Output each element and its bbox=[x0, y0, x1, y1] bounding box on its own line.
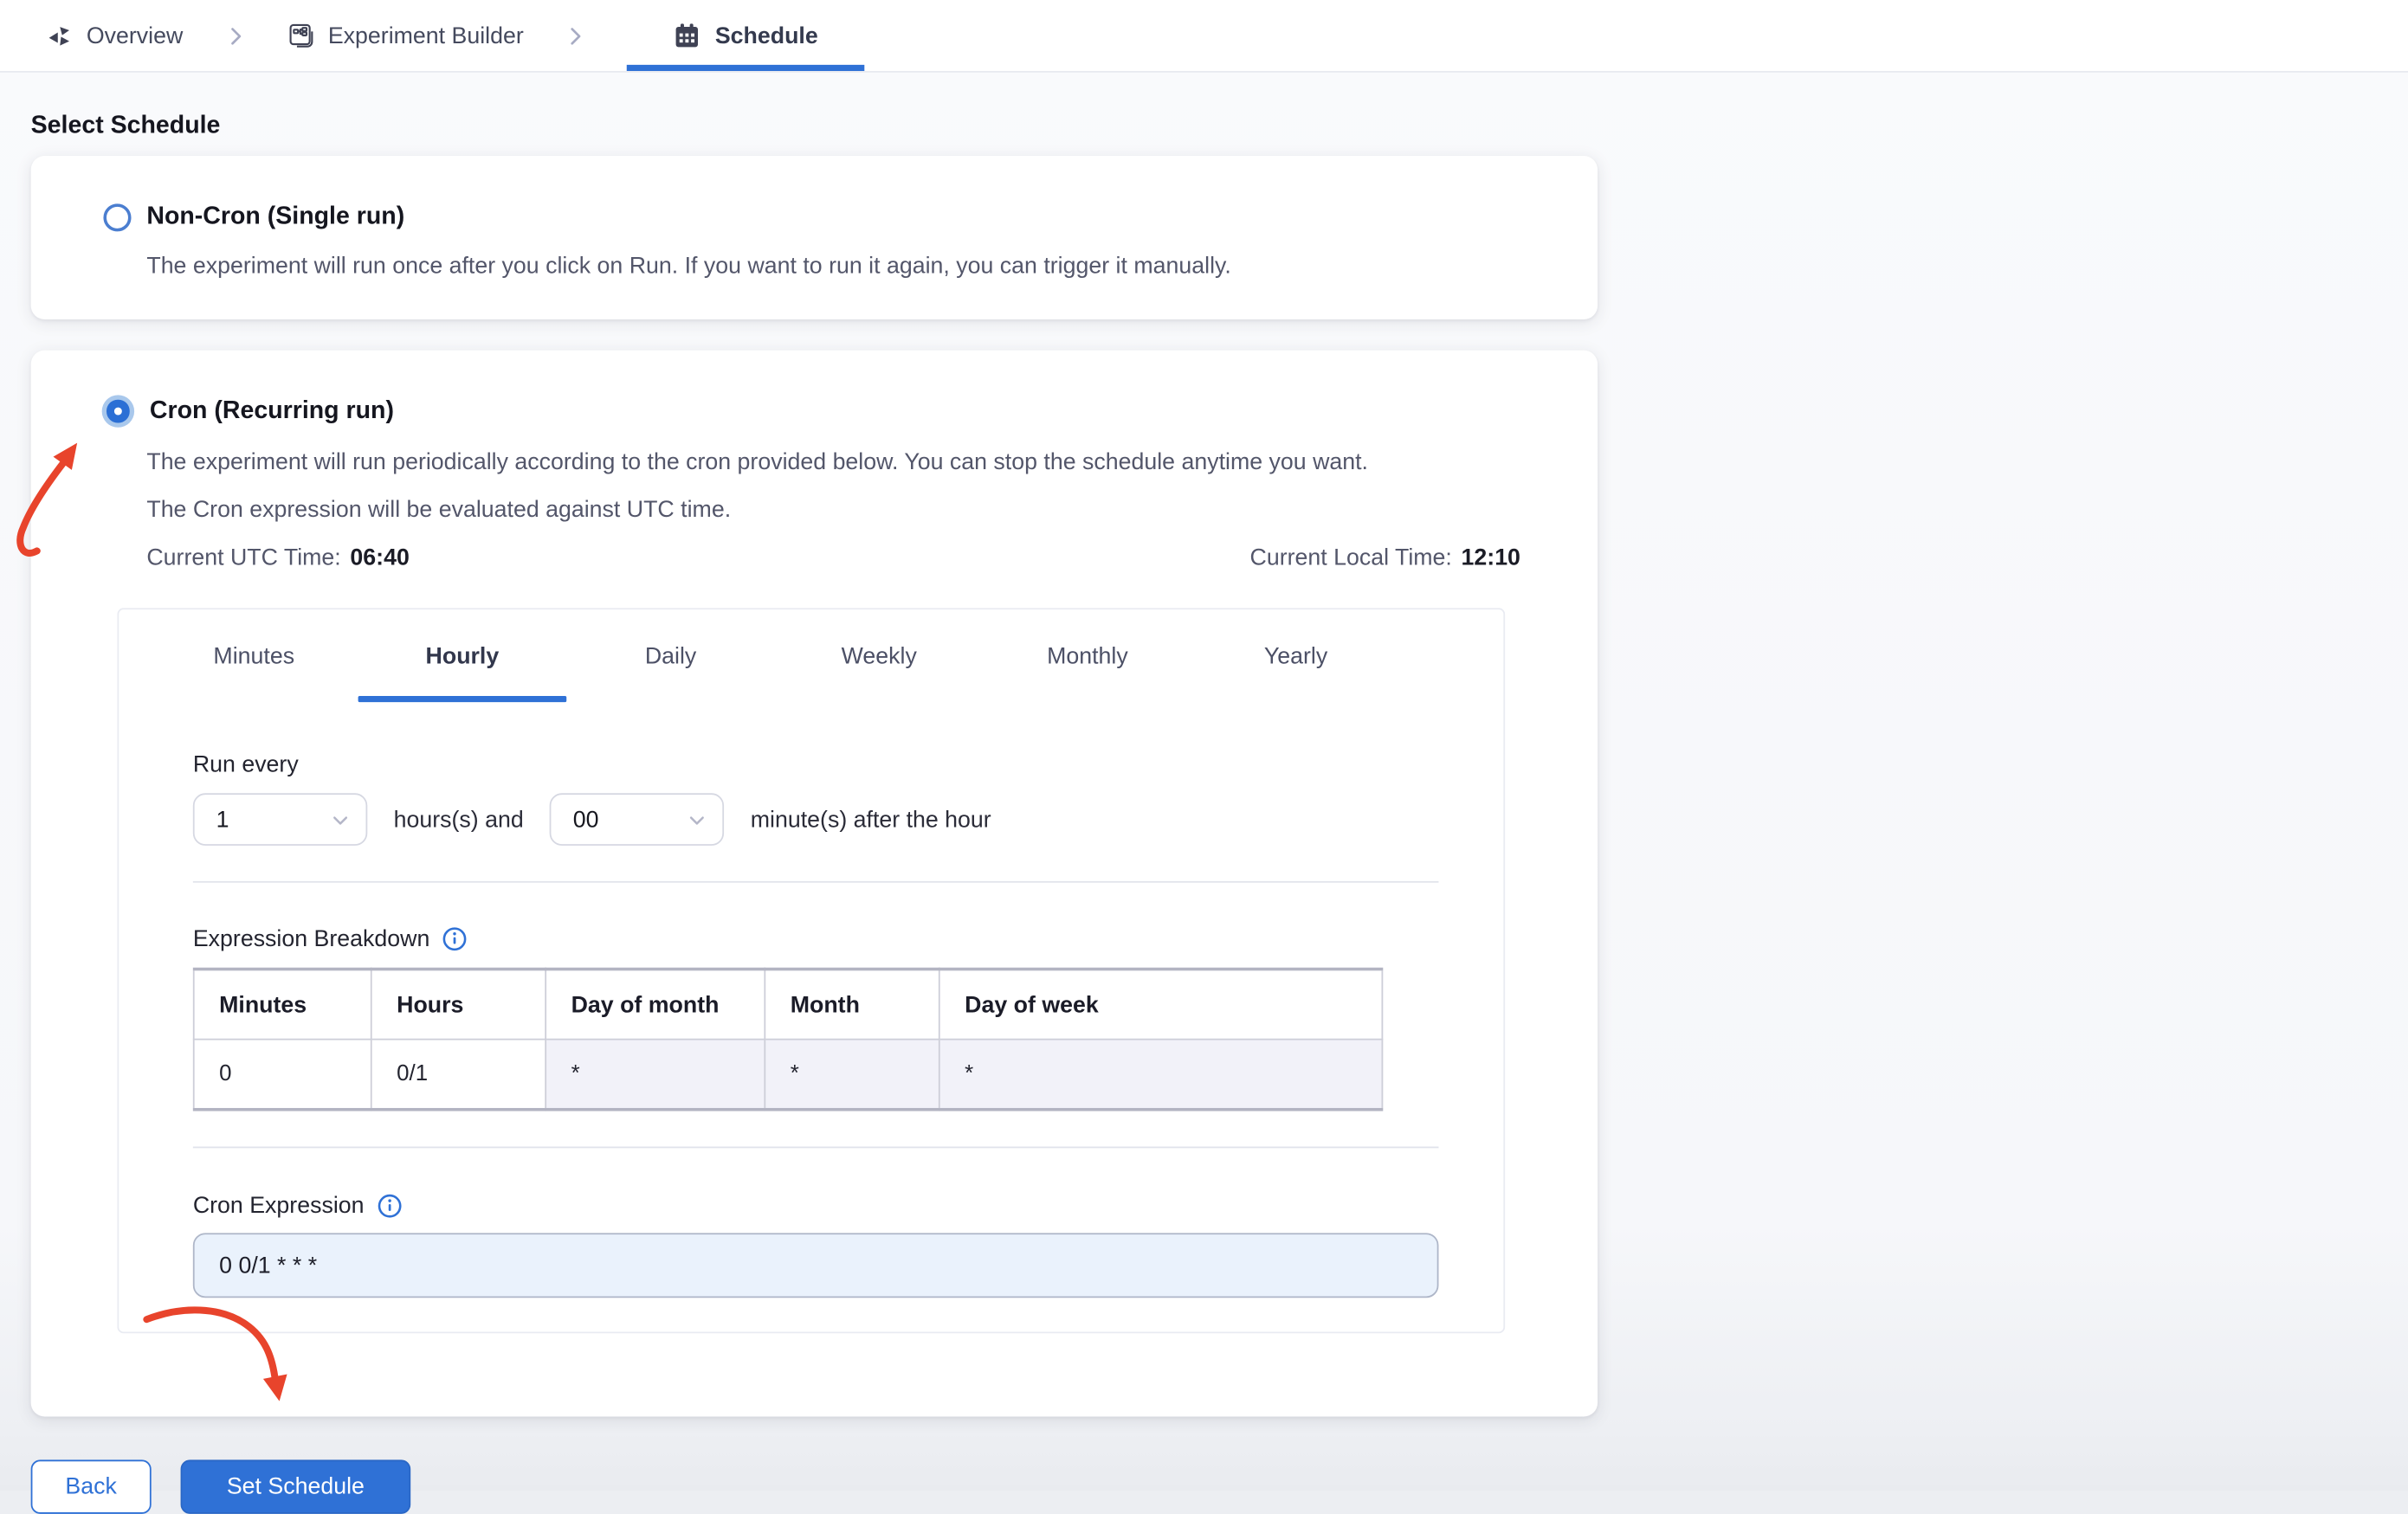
cron-radio[interactable] bbox=[101, 395, 135, 428]
breadcrumb-item-experiment-builder[interactable]: Experiment Builder bbox=[287, 0, 524, 71]
experiment-builder-icon bbox=[287, 22, 314, 49]
breadcrumb-label: Schedule bbox=[714, 22, 818, 49]
set-schedule-button[interactable]: Set Schedule bbox=[180, 1459, 411, 1514]
table-header-row: Minutes Hours Day of month Month Day of … bbox=[192, 968, 1384, 1040]
back-button[interactable]: Back bbox=[30, 1459, 152, 1514]
run-every-section: Run every 1 hours(s) and 00 minute(s) af… bbox=[192, 751, 1436, 846]
minutes-suffix-text: minute(s) after the hour bbox=[750, 806, 991, 833]
cell-day-of-month: * bbox=[545, 1038, 766, 1111]
non-cron-radio[interactable] bbox=[103, 203, 132, 232]
hours-select-value: 1 bbox=[216, 806, 229, 833]
tab-weekly[interactable]: Weekly bbox=[775, 609, 984, 702]
cell-month: * bbox=[764, 1038, 940, 1111]
expression-breakdown-label: Expression Breakdown bbox=[192, 925, 430, 952]
utc-time-value: 06:40 bbox=[350, 544, 410, 571]
col-header-month: Month bbox=[764, 968, 940, 1040]
breadcrumb: Overview Experiment Builder Schedule bbox=[0, 0, 2408, 73]
chevron-right-icon bbox=[564, 0, 587, 71]
info-icon[interactable] bbox=[442, 926, 468, 952]
cron-option-row[interactable]: Cron (Recurring run) bbox=[101, 395, 1598, 428]
cron-description-2: The Cron expression will be evaluated ag… bbox=[146, 497, 732, 524]
cell-hours: 0/1 bbox=[370, 1038, 547, 1111]
local-time-label: Current Local Time: bbox=[1249, 544, 1452, 571]
breadcrumb-label: Overview bbox=[86, 22, 184, 49]
run-every-label: Run every bbox=[192, 751, 299, 778]
col-header-day-of-week: Day of week bbox=[938, 968, 1384, 1040]
expression-breakdown-table: Minutes Hours Day of month Month Day of … bbox=[192, 967, 1384, 1111]
chevron-right-icon bbox=[223, 0, 247, 71]
cron-title: Cron (Recurring run) bbox=[149, 397, 394, 424]
tab-yearly[interactable]: Yearly bbox=[1191, 609, 1400, 702]
cron-expression-header: Cron Expression bbox=[193, 1193, 1436, 1219]
info-icon[interactable] bbox=[377, 1193, 403, 1219]
non-cron-description: The experiment will run once after you c… bbox=[146, 253, 1231, 280]
tab-monthly[interactable]: Monthly bbox=[984, 609, 1192, 702]
local-time-value: 12:10 bbox=[1461, 544, 1520, 571]
minutes-select[interactable]: 00 bbox=[550, 793, 725, 846]
tab-minutes[interactable]: Minutes bbox=[150, 609, 358, 702]
cron-builder-panel: Minutes Hourly Daily Weekly Monthly Year… bbox=[117, 608, 1506, 1334]
breadcrumb-item-overview[interactable]: Overview bbox=[46, 0, 183, 71]
current-times-row: Current UTC Time: 06:40 Current Local Ti… bbox=[146, 544, 1520, 570]
col-header-hours: Hours bbox=[370, 968, 547, 1040]
breadcrumb-label: Experiment Builder bbox=[327, 22, 524, 49]
current-utc-time: Current UTC Time: 06:40 bbox=[146, 544, 409, 570]
frequency-tabs: Minutes Hourly Daily Weekly Monthly Year… bbox=[150, 609, 1503, 703]
footer-actions: Back Set Schedule bbox=[30, 1459, 2378, 1514]
utc-time-label: Current UTC Time: bbox=[146, 544, 341, 571]
cron-option-card: Cron (Recurring run) The experiment will… bbox=[30, 350, 1598, 1417]
breadcrumb-item-schedule[interactable]: Schedule bbox=[627, 0, 864, 72]
chevron-down-icon bbox=[330, 809, 350, 829]
col-header-day-of-month: Day of month bbox=[545, 968, 766, 1040]
page-title: Select Schedule bbox=[30, 113, 221, 139]
cron-expression-label: Cron Expression bbox=[192, 1193, 365, 1220]
schedule-page: Overview Experiment Builder Schedule Sel… bbox=[0, 0, 2408, 1514]
expression-breakdown-header: Expression Breakdown bbox=[193, 926, 1436, 952]
chevron-down-icon bbox=[688, 809, 707, 829]
cell-minutes: 0 bbox=[192, 1038, 372, 1111]
non-cron-title: Non-Cron (Single run) bbox=[146, 203, 405, 230]
col-header-minutes: Minutes bbox=[192, 968, 372, 1040]
cron-description-1: The experiment will run periodically acc… bbox=[146, 448, 1368, 476]
cron-expression-input[interactable] bbox=[192, 1233, 1439, 1298]
non-cron-option-row[interactable]: Non-Cron (Single run) bbox=[103, 203, 1535, 232]
tab-hourly[interactable]: Hourly bbox=[358, 609, 567, 703]
cell-day-of-week: * bbox=[938, 1038, 1384, 1111]
minutes-select-value: 00 bbox=[572, 806, 599, 833]
hours-select[interactable]: 1 bbox=[192, 793, 368, 846]
non-cron-option-card: Non-Cron (Single run) The experiment wil… bbox=[30, 156, 1598, 320]
table-row: 0 0/1 * * * bbox=[192, 1038, 1384, 1111]
overview-pinwheel-icon bbox=[46, 23, 72, 48]
schedule-content: Select Schedule Non-Cron (Single run) Th… bbox=[0, 113, 2408, 1514]
current-local-time: Current Local Time: 12:10 bbox=[1250, 544, 1520, 570]
divider bbox=[192, 880, 1439, 883]
divider bbox=[192, 1146, 1439, 1149]
calendar-icon bbox=[674, 22, 701, 49]
tab-daily[interactable]: Daily bbox=[566, 609, 775, 702]
hours-suffix-text: hours(s) and bbox=[393, 806, 524, 833]
